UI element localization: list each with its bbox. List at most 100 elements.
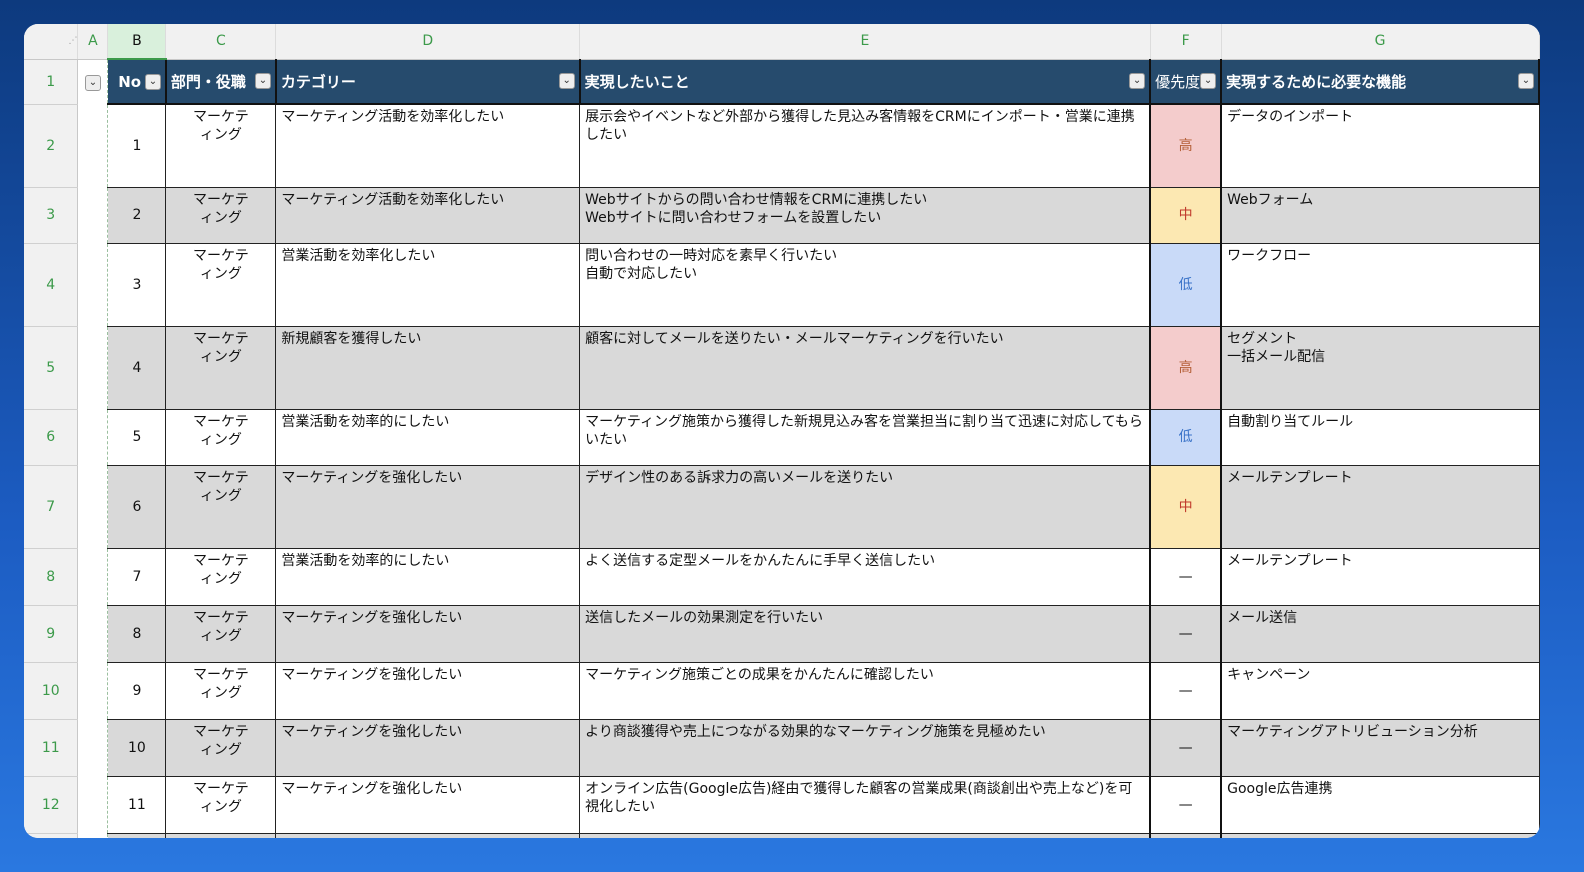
cell-category[interactable]: マーケティングを強化したい bbox=[275, 465, 581, 549]
cell-dept[interactable]: マーケティング bbox=[165, 719, 277, 777]
row-header[interactable]: 9 bbox=[24, 605, 79, 663]
cell-category[interactable]: 新規顧客を獲得したい bbox=[275, 326, 581, 410]
cell-category[interactable]: 営業活動を効率的にしたい bbox=[275, 409, 581, 466]
cell-feature[interactable]: 自動割り当てルール bbox=[1221, 409, 1540, 466]
cell-want[interactable]: より商談獲得や売上につながる効果的なマーケティング施策を見極めたい bbox=[579, 719, 1151, 777]
cell-priority[interactable]: 低 bbox=[1149, 243, 1223, 327]
cell-feature[interactable] bbox=[1221, 833, 1540, 838]
cell-want[interactable]: Webサイトからの問い合わせ情報をCRMに連携したい Webサイトに問い合わせフ… bbox=[579, 187, 1151, 244]
cell-feature[interactable]: マーケティングアトリビューション分析 bbox=[1221, 719, 1540, 777]
row-header[interactable]: 7 bbox=[24, 465, 79, 549]
row-header[interactable]: 13 bbox=[24, 833, 79, 838]
cell-a[interactable] bbox=[77, 104, 109, 187]
cell-priority[interactable]: — bbox=[1149, 719, 1223, 777]
cell-no[interactable]: 9 bbox=[107, 662, 167, 720]
cell-category[interactable]: 営業活動を効率的にしたい bbox=[275, 548, 581, 606]
cell-a[interactable] bbox=[77, 243, 109, 326]
row-header[interactable]: 11 bbox=[24, 719, 79, 777]
cell-dept[interactable]: マーケティング bbox=[165, 187, 277, 244]
select-all-corner[interactable]: ⋰ bbox=[24, 24, 79, 60]
cell-priority[interactable]: — bbox=[1149, 548, 1223, 606]
cell-priority[interactable]: — bbox=[1149, 776, 1223, 834]
cell-a[interactable] bbox=[77, 465, 109, 548]
cell-feature[interactable]: データのインポート bbox=[1221, 104, 1540, 188]
cell-feature[interactable]: メールテンプレート bbox=[1221, 465, 1540, 549]
cell-want[interactable] bbox=[579, 833, 1151, 838]
column-header-f[interactable]: F bbox=[1150, 24, 1222, 60]
cell-dept[interactable]: マーケティング bbox=[165, 776, 277, 834]
cell-category[interactable]: マーケティングを強化したい bbox=[275, 662, 581, 720]
cell-dept[interactable]: マーケティング bbox=[165, 326, 277, 410]
cell-feature[interactable]: Webフォーム bbox=[1221, 187, 1540, 244]
cell-no[interactable]: 7 bbox=[107, 548, 167, 606]
cell-feature[interactable]: キャンペーン bbox=[1221, 662, 1540, 720]
cell-no[interactable]: 1 bbox=[107, 104, 167, 188]
cell-no[interactable]: 8 bbox=[107, 605, 167, 663]
cell-feature[interactable]: セグメント 一括メール配信 bbox=[1221, 326, 1540, 410]
cell-a[interactable] bbox=[77, 605, 109, 662]
cell-no[interactable]: 4 bbox=[107, 326, 167, 410]
cell-want[interactable]: 問い合わせの一時対応を素早く行いたい 自動で対応したい bbox=[579, 243, 1151, 327]
cell-dept[interactable]: マーケティング bbox=[165, 548, 277, 606]
cell-want[interactable]: 展示会やイベントなど外部から獲得した見込み客情報をCRMにインポート・営業に連携… bbox=[579, 104, 1151, 188]
filter-dropdown-icon[interactable]: ⌄ bbox=[1129, 73, 1146, 90]
cell-category[interactable]: マーケティングを強化したい bbox=[275, 719, 581, 777]
cell-category[interactable]: マーケティングを強化したい bbox=[275, 605, 581, 663]
cell-dept[interactable]: マーケティング bbox=[165, 409, 277, 466]
row-header[interactable]: 1 bbox=[24, 59, 79, 105]
cell-dept[interactable]: マーケティング bbox=[165, 243, 277, 327]
cell-category[interactable]: 営業活動を効率化したい bbox=[275, 243, 581, 327]
cell-a[interactable] bbox=[77, 776, 109, 833]
cell-no[interactable]: 10 bbox=[107, 719, 167, 777]
row-header[interactable]: 8 bbox=[24, 548, 79, 606]
row-header[interactable]: 4 bbox=[24, 243, 79, 327]
cell-priority[interactable]: 高 bbox=[1149, 104, 1223, 188]
cell-priority[interactable]: 中 bbox=[1149, 465, 1223, 549]
row-header[interactable]: 6 bbox=[24, 409, 79, 466]
cell-feature[interactable]: メール送信 bbox=[1221, 605, 1540, 663]
cell-no[interactable]: 6 bbox=[107, 465, 167, 549]
cell-dept[interactable]: マーケティング bbox=[165, 104, 277, 188]
filter-dropdown-icon[interactable]: ⌄ bbox=[84, 74, 101, 91]
cell-want[interactable]: 顧客に対してメールを送りたい・メールマーケティングを行いたい bbox=[579, 326, 1151, 410]
cell-want[interactable]: マーケティング施策から獲得した新規見込み客を営業担当に割り当て迅速に対応してもら… bbox=[579, 409, 1151, 466]
cell-a[interactable] bbox=[77, 548, 109, 605]
cell-feature[interactable]: メールテンプレート bbox=[1221, 548, 1540, 606]
cell-a[interactable] bbox=[77, 719, 109, 776]
cell-a[interactable] bbox=[77, 326, 109, 409]
cell-priority[interactable]: 高 bbox=[1149, 326, 1223, 410]
cell-priority[interactable]: 中 bbox=[1149, 187, 1223, 244]
cell-dept[interactable]: マーケティング bbox=[165, 605, 277, 663]
cell-feature[interactable]: Google広告連携 bbox=[1221, 776, 1540, 834]
cell-no[interactable]: 5 bbox=[107, 409, 167, 466]
cell-a[interactable] bbox=[77, 833, 109, 838]
column-header-a[interactable]: A bbox=[77, 24, 109, 60]
cell-dept[interactable]: マーケティング bbox=[165, 662, 277, 720]
row-header[interactable]: 3 bbox=[24, 187, 79, 244]
column-header-g[interactable]: G bbox=[1221, 24, 1540, 60]
cell-priority[interactable]: — bbox=[1149, 605, 1223, 663]
filter-dropdown-icon[interactable]: ⌄ bbox=[1518, 73, 1534, 90]
row-header[interactable]: 12 bbox=[24, 776, 79, 834]
row-header[interactable]: 2 bbox=[24, 104, 79, 188]
filter-dropdown-icon[interactable]: ⌄ bbox=[254, 73, 271, 90]
cell-want[interactable]: 送信したメールの効果測定を行いたい bbox=[579, 605, 1151, 663]
cell-no[interactable] bbox=[107, 833, 167, 838]
cell-a[interactable] bbox=[77, 409, 109, 465]
filter-dropdown-icon[interactable]: ⌄ bbox=[144, 73, 161, 90]
cell-want[interactable]: デザイン性のある訴求力の高いメールを送りたい bbox=[579, 465, 1151, 549]
cell-no[interactable]: 11 bbox=[107, 776, 167, 834]
cell-priority[interactable]: — bbox=[1149, 662, 1223, 720]
column-header-e[interactable]: E bbox=[579, 24, 1151, 60]
column-header-c[interactable]: C bbox=[165, 24, 277, 60]
cell-a[interactable] bbox=[77, 662, 109, 719]
cell-priority[interactable]: 低 bbox=[1149, 409, 1223, 466]
cell-category[interactable]: マーケティングを強化したい bbox=[275, 776, 581, 834]
row-header[interactable]: 5 bbox=[24, 326, 79, 410]
cell-want[interactable]: よく送信する定型メールをかんたんに手早く送信したい bbox=[579, 548, 1151, 606]
row-header[interactable]: 10 bbox=[24, 662, 79, 720]
cell-dept[interactable]: マーケティング bbox=[165, 465, 277, 549]
cell-feature[interactable]: ワークフロー bbox=[1221, 243, 1540, 327]
cell-want[interactable]: マーケティング施策ごとの成果をかんたんに確認したい bbox=[579, 662, 1151, 720]
column-header-b[interactable]: B bbox=[107, 24, 167, 60]
